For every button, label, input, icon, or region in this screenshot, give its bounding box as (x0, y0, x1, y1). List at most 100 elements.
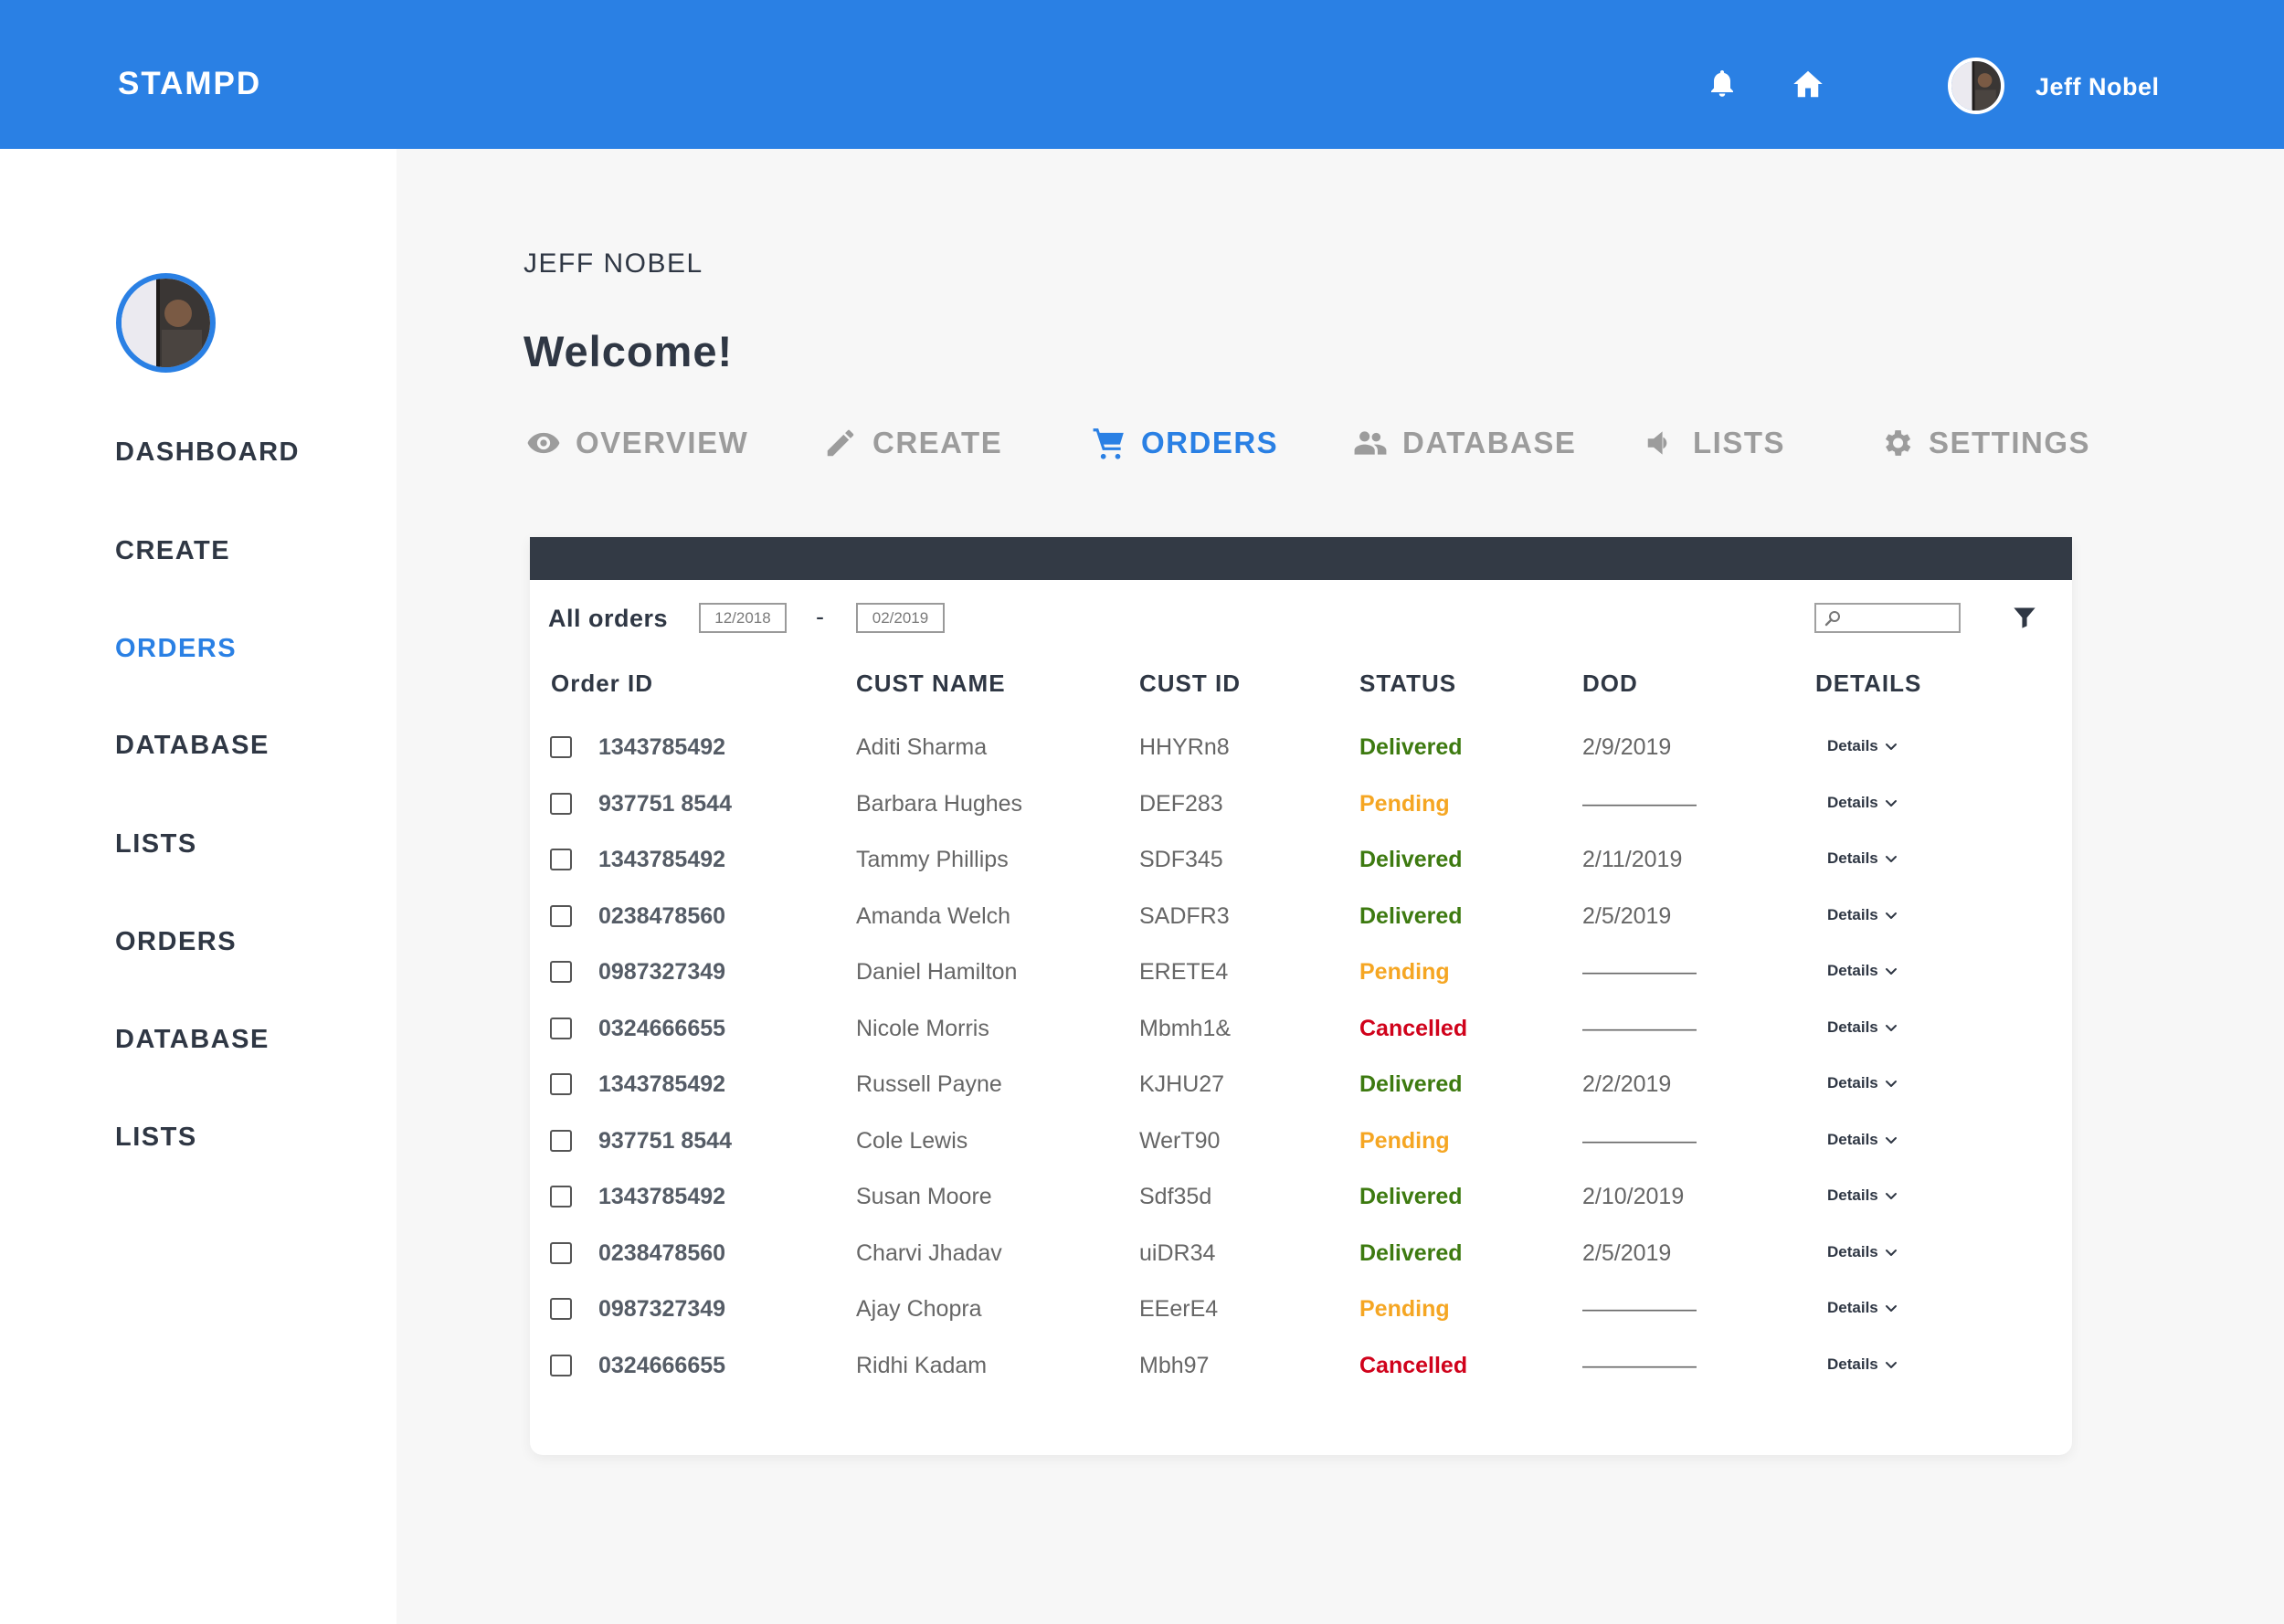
column-header-status[interactable]: STATUS (1359, 670, 1456, 698)
sidebar-item-database[interactable]: DATABASE (115, 731, 270, 761)
row-checkbox[interactable] (550, 1186, 572, 1207)
chevron-down-icon (1884, 1357, 1898, 1372)
table-row[interactable]: 0238478560 Charvi Jhadav uiDR34 Delivered 2/… (530, 1231, 2072, 1277)
cart-icon (1093, 428, 1124, 459)
order-id-cell: 1343785492 (598, 1071, 726, 1097)
sidebar-item-database[interactable]: DATABASE (115, 1025, 270, 1055)
table-row[interactable]: 0324666655 Nicole Morris Mbmh1& Cancelled ——… (530, 1007, 2072, 1052)
table-row[interactable]: 0987327349 Daniel Hamilton ERETE4 Pending ——… (530, 950, 2072, 996)
order-id-cell: 1343785492 (598, 734, 726, 760)
top-bar: STAMPD Jeff Nobel (0, 0, 2284, 149)
cust-id-cell: SDF345 (1139, 847, 1223, 872)
details-dropdown[interactable]: Details (1827, 1018, 1898, 1037)
search-input[interactable] (1814, 603, 1961, 633)
date-to-field[interactable]: 02/2019 (856, 603, 945, 633)
orders-title: All orders (548, 605, 669, 632)
dod-cell: ————— (1582, 1296, 1697, 1322)
details-dropdown[interactable]: Details (1827, 1243, 1898, 1261)
row-checkbox[interactable] (550, 1298, 572, 1320)
cust-name-cell: Ajay Chopra (856, 1296, 982, 1322)
details-label: Details (1827, 1299, 1878, 1316)
dod-cell: 2/5/2019 (1582, 903, 1672, 929)
row-checkbox[interactable] (550, 961, 572, 983)
order-id-cell: 937751 8544 (598, 1128, 732, 1154)
cust-id-cell: Mbmh1& (1139, 1016, 1232, 1041)
dod-cell: 2/9/2019 (1582, 734, 1672, 760)
column-header-order-id[interactable]: Order ID (551, 670, 653, 698)
details-dropdown[interactable]: Details (1827, 737, 1898, 755)
tab-label: CREATE (872, 426, 1003, 459)
sidebar-item-dashboard[interactable]: DASHBOARD (115, 438, 300, 468)
table-row[interactable]: 0987327349 Ajay Chopra EEerE4 Pending ————— D… (530, 1287, 2072, 1333)
sidebar-item-create[interactable]: CREATE (115, 536, 230, 566)
details-label: Details (1827, 737, 1878, 754)
avatar[interactable] (1948, 58, 2004, 114)
details-dropdown[interactable]: Details (1827, 906, 1898, 924)
status-cell: Cancelled (1359, 1016, 1468, 1041)
sidebar-item-lists[interactable]: LISTS (115, 1123, 197, 1153)
row-checkbox[interactable] (550, 849, 572, 870)
details-dropdown[interactable]: Details (1827, 962, 1898, 980)
top-user-name[interactable]: Jeff Nobel (2036, 73, 2160, 101)
cust-id-cell: EEerE4 (1139, 1296, 1219, 1322)
details-dropdown[interactable]: Details (1827, 1299, 1898, 1317)
date-from-field[interactable]: 12/2018 (699, 603, 787, 633)
column-header-dod[interactable]: DOD (1582, 670, 1638, 698)
cust-name-cell: Nicole Morris (856, 1016, 989, 1041)
row-checkbox[interactable] (550, 793, 572, 815)
status-cell: Delivered (1359, 903, 1463, 929)
table-row[interactable]: 0324666655 Ridhi Kadam Mbh97 Cancelled —————… (530, 1344, 2072, 1389)
chevron-down-icon (1884, 964, 1898, 978)
details-dropdown[interactable]: Details (1827, 849, 1898, 868)
row-checkbox[interactable] (550, 1242, 572, 1264)
row-checkbox[interactable] (550, 1355, 572, 1376)
details-label: Details (1827, 1018, 1878, 1036)
sidebar-item-orders[interactable]: ORDERS (115, 634, 237, 664)
tab-settings[interactable]: SETTINGS (1879, 422, 2090, 464)
column-header-cust-id[interactable]: CUST ID (1139, 670, 1241, 698)
order-id-cell: 0324666655 (598, 1016, 726, 1041)
tab-orders[interactable]: ORDERS (1092, 422, 1278, 464)
status-cell: Delivered (1359, 1184, 1463, 1209)
details-dropdown[interactable]: Details (1827, 1355, 1898, 1374)
column-header-cust-name[interactable]: CUST NAME (856, 670, 1006, 698)
gear-icon (1885, 430, 1911, 456)
table-row[interactable]: 1343785492 Susan Moore Sdf35d Delivered 2/10… (530, 1175, 2072, 1220)
row-checkbox[interactable] (550, 1073, 572, 1095)
tab-lists[interactable]: LISTS (1644, 422, 1785, 464)
row-checkbox[interactable] (550, 1130, 572, 1152)
cust-name-cell: Aditi Sharma (856, 734, 988, 760)
cust-id-cell: HHYRn8 (1139, 734, 1230, 760)
column-header-details[interactable]: DETAILS (1815, 670, 1921, 698)
row-checkbox[interactable] (550, 736, 572, 758)
tab-create[interactable]: CREATE (823, 422, 1002, 464)
details-dropdown[interactable]: Details (1827, 1074, 1898, 1092)
cust-id-cell: KJHU27 (1139, 1071, 1225, 1097)
tab-overview[interactable]: OVERVIEW (526, 422, 748, 464)
card-header-bar (530, 537, 2072, 580)
table-row[interactable]: 937751 8544 Cole Lewis WerT90 Pending ————— D… (530, 1119, 2072, 1165)
details-dropdown[interactable]: Details (1827, 1131, 1898, 1149)
chevron-down-icon (1884, 1020, 1898, 1035)
home-icon[interactable] (1792, 68, 1824, 100)
cust-id-cell: Sdf35d (1139, 1184, 1212, 1209)
details-dropdown[interactable]: Details (1827, 1186, 1898, 1205)
table-row[interactable]: 1343785492 Aditi Sharma HHYRn8 Delivered 2/9… (530, 725, 2072, 771)
table-row[interactable]: 1343785492 Russell Payne KJHU27 Delivered 2/… (530, 1062, 2072, 1108)
sidebar-item-orders[interactable]: ORDERS (115, 927, 237, 957)
tab-database[interactable]: DATABASE (1353, 422, 1576, 464)
status-cell: Pending (1359, 959, 1450, 985)
row-checkbox[interactable] (550, 1018, 572, 1039)
details-label: Details (1827, 1074, 1878, 1091)
table-row[interactable]: 937751 8544 Barbara Hughes DEF283 Pending ——… (530, 782, 2072, 828)
avatar[interactable] (116, 273, 216, 373)
table-row[interactable]: 1343785492 Tammy Phillips SDF345 Delivered 2… (530, 838, 2072, 883)
table-row[interactable]: 0238478560 Amanda Welch SADFR3 Delivered 2/5… (530, 894, 2072, 940)
cust-id-cell: uiDR34 (1139, 1240, 1216, 1266)
filter-icon[interactable] (2012, 605, 2037, 630)
details-dropdown[interactable]: Details (1827, 794, 1898, 812)
bell-icon[interactable] (1706, 68, 1739, 100)
brand-logo[interactable]: STAMPD (118, 66, 261, 102)
row-checkbox[interactable] (550, 905, 572, 927)
sidebar-item-lists[interactable]: LISTS (115, 829, 197, 859)
